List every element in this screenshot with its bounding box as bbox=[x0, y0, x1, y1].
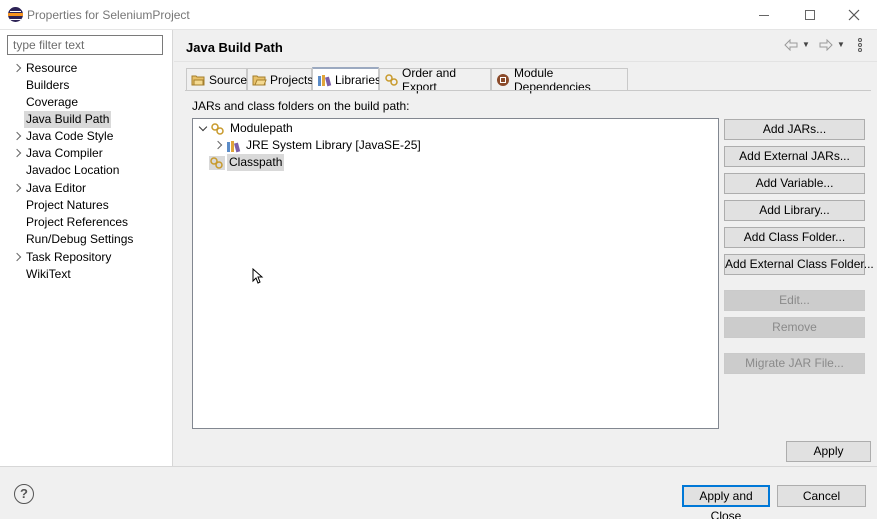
maximize-button[interactable] bbox=[787, 0, 833, 30]
add-external-jars-button[interactable]: Add External JARs... bbox=[724, 146, 865, 167]
libraries-icon bbox=[317, 73, 332, 87]
library-icon bbox=[226, 139, 242, 153]
build-path-tree[interactable]: Modulepath JRE System Library [JavaSE-25… bbox=[192, 118, 719, 429]
tree-item-java-compiler[interactable]: Java Compiler bbox=[0, 145, 172, 162]
tree-item-label: Resource bbox=[26, 61, 78, 75]
tree-item-label: Builders bbox=[26, 78, 70, 92]
expand-arrow-icon[interactable] bbox=[215, 140, 223, 150]
back-arrow-icon[interactable] bbox=[784, 39, 798, 51]
tree-item-modulepath[interactable]: Modulepath bbox=[199, 120, 295, 137]
tab-divider bbox=[185, 90, 871, 91]
source-folder-icon bbox=[191, 73, 206, 87]
tree-item-label: Run/Debug Settings bbox=[26, 232, 134, 246]
tree-item-jre-system-library[interactable]: JRE System Library [JavaSE-25] bbox=[215, 137, 423, 154]
libraries-label: JARs and class folders on the build path… bbox=[192, 99, 410, 113]
tab-label: Libraries bbox=[335, 72, 382, 87]
tree-item-label: Classpath bbox=[227, 154, 285, 171]
modulepath-icon bbox=[210, 122, 226, 136]
tree-item-java-build-path[interactable]: Java Build Path bbox=[0, 111, 172, 128]
collapse-arrow-icon[interactable] bbox=[199, 124, 207, 132]
remove-button[interactable]: Remove bbox=[724, 317, 865, 338]
tree-item-task-repository[interactable]: Task Repository bbox=[0, 249, 172, 266]
tab-order-and-export[interactable]: Order and Export bbox=[379, 66, 491, 94]
page-title: Java Build Path bbox=[186, 40, 283, 55]
add-variable-button[interactable]: Add Variable... bbox=[724, 173, 865, 194]
tab-label: Source bbox=[209, 72, 248, 87]
classpath-icon bbox=[209, 155, 225, 170]
add-library-button[interactable]: Add Library... bbox=[724, 200, 865, 221]
tree-item-label: Coverage bbox=[26, 95, 79, 109]
migrate-jar-button[interactable]: Migrate JAR File... bbox=[724, 353, 865, 374]
tree-item-label: Java Editor bbox=[26, 181, 87, 195]
back-dropdown-icon[interactable]: ▼ bbox=[802, 39, 810, 51]
add-external-class-folder-button[interactable]: Add External Class Folder... bbox=[724, 254, 874, 275]
tree-item-label: Project References bbox=[26, 215, 129, 229]
header-divider bbox=[174, 61, 877, 62]
tree-item-classpath[interactable]: Classpath bbox=[209, 154, 285, 171]
tree-item-resource[interactable]: Resource bbox=[0, 60, 172, 77]
expand-arrow-icon[interactable] bbox=[13, 131, 21, 141]
minimize-icon bbox=[759, 14, 769, 16]
filter-input[interactable] bbox=[7, 35, 163, 55]
help-icon[interactable]: ? bbox=[14, 484, 34, 504]
tree-item-label: Java Build Path bbox=[24, 111, 112, 128]
expand-arrow-icon[interactable] bbox=[13, 183, 21, 193]
cancel-button[interactable]: Cancel bbox=[777, 485, 866, 507]
add-jars-button[interactable]: Add JARs... bbox=[724, 119, 865, 140]
tab-libraries[interactable]: Libraries bbox=[312, 67, 382, 90]
tab-source[interactable]: Source bbox=[186, 68, 247, 90]
edit-button[interactable]: Edit... bbox=[724, 290, 865, 311]
tab-label: Projects bbox=[270, 72, 314, 87]
forward-dropdown-icon[interactable]: ▼ bbox=[837, 39, 845, 51]
tree-item-javadoc-location[interactable]: Javadoc Location bbox=[0, 162, 172, 179]
property-page: Java Build Path ▼ ▼ Source Projects Libr… bbox=[174, 30, 877, 466]
tab-module-dependencies[interactable]: Module Dependencies bbox=[491, 66, 628, 94]
tree-item-builders[interactable]: Builders bbox=[0, 77, 172, 94]
tree-item-project-references[interactable]: Project References bbox=[0, 214, 172, 231]
tree-item-java-code-style[interactable]: Java Code Style bbox=[0, 128, 172, 145]
window-title: Properties for SeleniumProject bbox=[27, 8, 190, 22]
close-icon bbox=[848, 9, 860, 21]
apply-button[interactable]: Apply bbox=[786, 441, 871, 462]
eclipse-icon bbox=[8, 7, 23, 22]
title-bar: Properties for SeleniumProject bbox=[0, 0, 877, 30]
tree-item-project-natures[interactable]: Project Natures bbox=[0, 197, 172, 214]
order-export-icon bbox=[384, 73, 399, 87]
tree-item-coverage[interactable]: Coverage bbox=[0, 94, 172, 111]
tree-item-java-editor[interactable]: Java Editor bbox=[0, 180, 172, 197]
tab-projects[interactable]: Projects bbox=[247, 68, 314, 90]
tree-item-label: Task Repository bbox=[26, 250, 112, 264]
tree-item-run-debug-settings[interactable]: Run/Debug Settings bbox=[0, 231, 172, 248]
add-class-folder-button[interactable]: Add Class Folder... bbox=[724, 227, 865, 248]
expand-arrow-icon[interactable] bbox=[13, 63, 21, 73]
projects-folder-icon bbox=[252, 73, 267, 87]
mouse-cursor-icon bbox=[252, 268, 264, 284]
module-dependencies-icon bbox=[496, 73, 511, 87]
forward-arrow-icon[interactable] bbox=[819, 39, 833, 51]
apply-and-close-button[interactable]: Apply and Close bbox=[682, 485, 770, 519]
expand-arrow-icon[interactable] bbox=[13, 252, 21, 262]
tree-item-label: Project Natures bbox=[26, 198, 109, 212]
tree-item-label: Java Compiler bbox=[26, 146, 103, 160]
tree-item-wikitext[interactable]: WikiText bbox=[0, 266, 172, 283]
view-menu-icon[interactable] bbox=[858, 38, 864, 52]
minimize-button[interactable] bbox=[741, 0, 787, 30]
maximize-icon bbox=[805, 10, 815, 20]
dialog-footer: ? Apply and Close Cancel bbox=[0, 466, 877, 519]
preference-nav-panel: Resource Builders Coverage Java Build Pa… bbox=[0, 30, 173, 466]
tree-item-label: WikiText bbox=[26, 267, 71, 281]
tree-item-label: Javadoc Location bbox=[26, 163, 120, 177]
tree-item-label: JRE System Library [JavaSE-25] bbox=[246, 138, 421, 152]
expand-arrow-icon[interactable] bbox=[13, 148, 21, 158]
tree-item-label: Modulepath bbox=[230, 121, 293, 135]
page-nav-toolbar: ▼ ▼ bbox=[782, 36, 872, 56]
tree-item-label: Java Code Style bbox=[26, 129, 114, 143]
close-button[interactable] bbox=[831, 0, 877, 30]
